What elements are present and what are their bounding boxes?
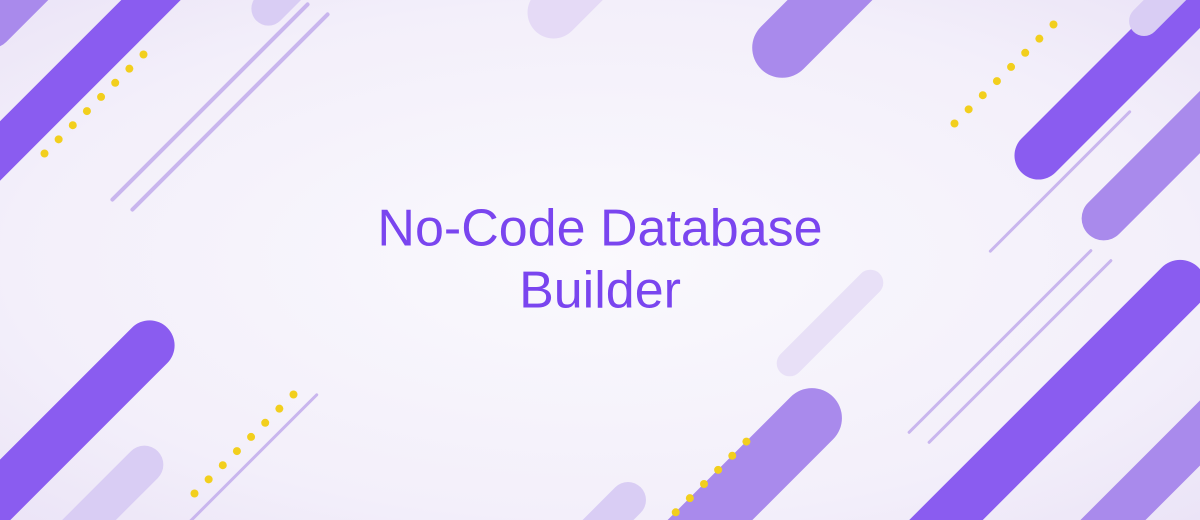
hero-title: No-Code Database Builder [377,198,822,323]
decor-dots [189,389,299,499]
decor-pill [487,475,654,520]
decor-pill [740,0,980,90]
decor-line [161,393,319,520]
decor-pill [0,0,253,224]
hero-banner: No-Code Database Builder [0,0,1200,520]
decor-pill [244,0,395,33]
decor-line [130,12,331,213]
decor-pill [517,0,723,49]
decor-dots [949,19,1059,129]
